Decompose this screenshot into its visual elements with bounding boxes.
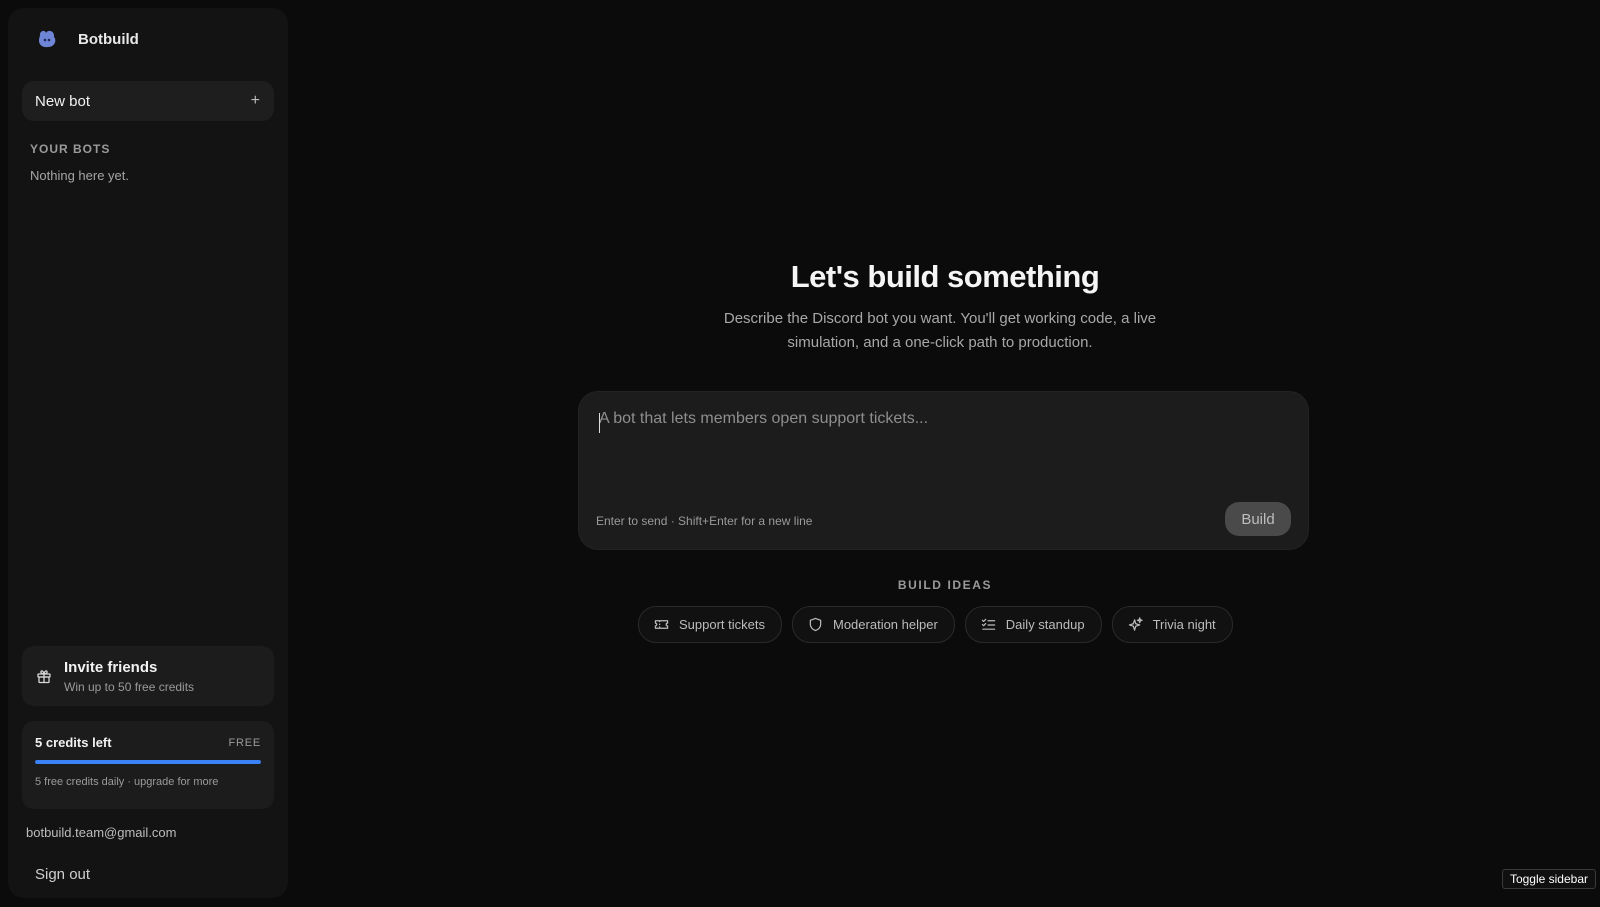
composer-hint: Enter to send · Shift+Enter for a new li…	[596, 514, 813, 528]
page-subtitle: Describe the Discord bot you want. You'l…	[723, 310, 1157, 351]
brand[interactable]: Botbuild	[36, 28, 139, 50]
credits-header: 5 credits left FREE	[35, 735, 261, 750]
credits-count: 5 credits left	[35, 735, 112, 750]
invite-text: Invite friends Win up to 50 free credits	[64, 659, 194, 694]
new-bot-label: New bot	[35, 92, 91, 110]
toggle-sidebar-tooltip: Toggle sidebar	[1501, 869, 1596, 889]
credits-progress-fill	[35, 760, 261, 764]
page-title: Let's build something	[790, 259, 1100, 294]
prompt-input[interactable]	[599, 410, 1289, 480]
credits-card: 5 credits left FREE 5 free credits daily…	[22, 721, 274, 809]
invite-title: Invite friends	[64, 658, 158, 676]
idea-chip-moderation-helper[interactable]: Moderation helper	[792, 606, 955, 643]
idea-chip-support-tickets[interactable]: Support tickets	[638, 606, 782, 643]
plus-icon: +	[250, 92, 260, 109]
idea-chip-trivia-night[interactable]: Trivia night	[1111, 606, 1233, 643]
invite-friends-card[interactable]: Invite friends Win up to 50 free credits	[22, 646, 274, 706]
text-cursor	[599, 413, 600, 433]
brand-name: Botbuild	[78, 30, 139, 48]
credits-note: 5 free credits daily · upgrade for more	[35, 776, 219, 788]
prompt-composer: Enter to send · Shift+Enter for a new li…	[578, 391, 1309, 550]
credits-progress-bar	[35, 760, 261, 764]
new-bot-button[interactable]: New bot +	[22, 81, 274, 121]
empty-bots-text: Nothing here yet.	[30, 168, 130, 183]
sign-out-button[interactable]: Sign out	[35, 866, 90, 883]
idea-chip-daily-standup[interactable]: Daily standup	[964, 606, 1102, 643]
ticket-icon	[654, 620, 669, 629]
gift-icon	[37, 670, 51, 684]
account-email: botbuild.team@gmail.com	[26, 825, 177, 840]
idea-chip-label: Moderation helper	[833, 617, 938, 632]
build-ideas-heading: BUILD IDEAS	[897, 578, 993, 592]
idea-chip-label: Support tickets	[679, 617, 765, 632]
idea-chip-label: Trivia night	[1152, 617, 1216, 632]
sparkles-icon	[1128, 617, 1143, 631]
plan-badge: FREE	[228, 736, 261, 749]
build-ideas-list: Support tickets Moderation helper Daily …	[638, 606, 1233, 643]
blob-logo-icon	[38, 30, 56, 48]
shield-icon	[809, 617, 822, 632]
app-root: Botbuild New bot + YOUR BOTS Nothing her…	[0, 0, 1600, 907]
idea-chip-label: Daily standup	[1005, 617, 1085, 632]
invite-subtitle: Win up to 50 free credits	[64, 679, 195, 694]
sidebar: Botbuild New bot + YOUR BOTS Nothing her…	[8, 8, 288, 898]
build-button[interactable]: Build	[1225, 502, 1291, 536]
checklist-icon	[981, 618, 995, 630]
your-bots-heading: YOUR BOTS	[30, 142, 111, 156]
